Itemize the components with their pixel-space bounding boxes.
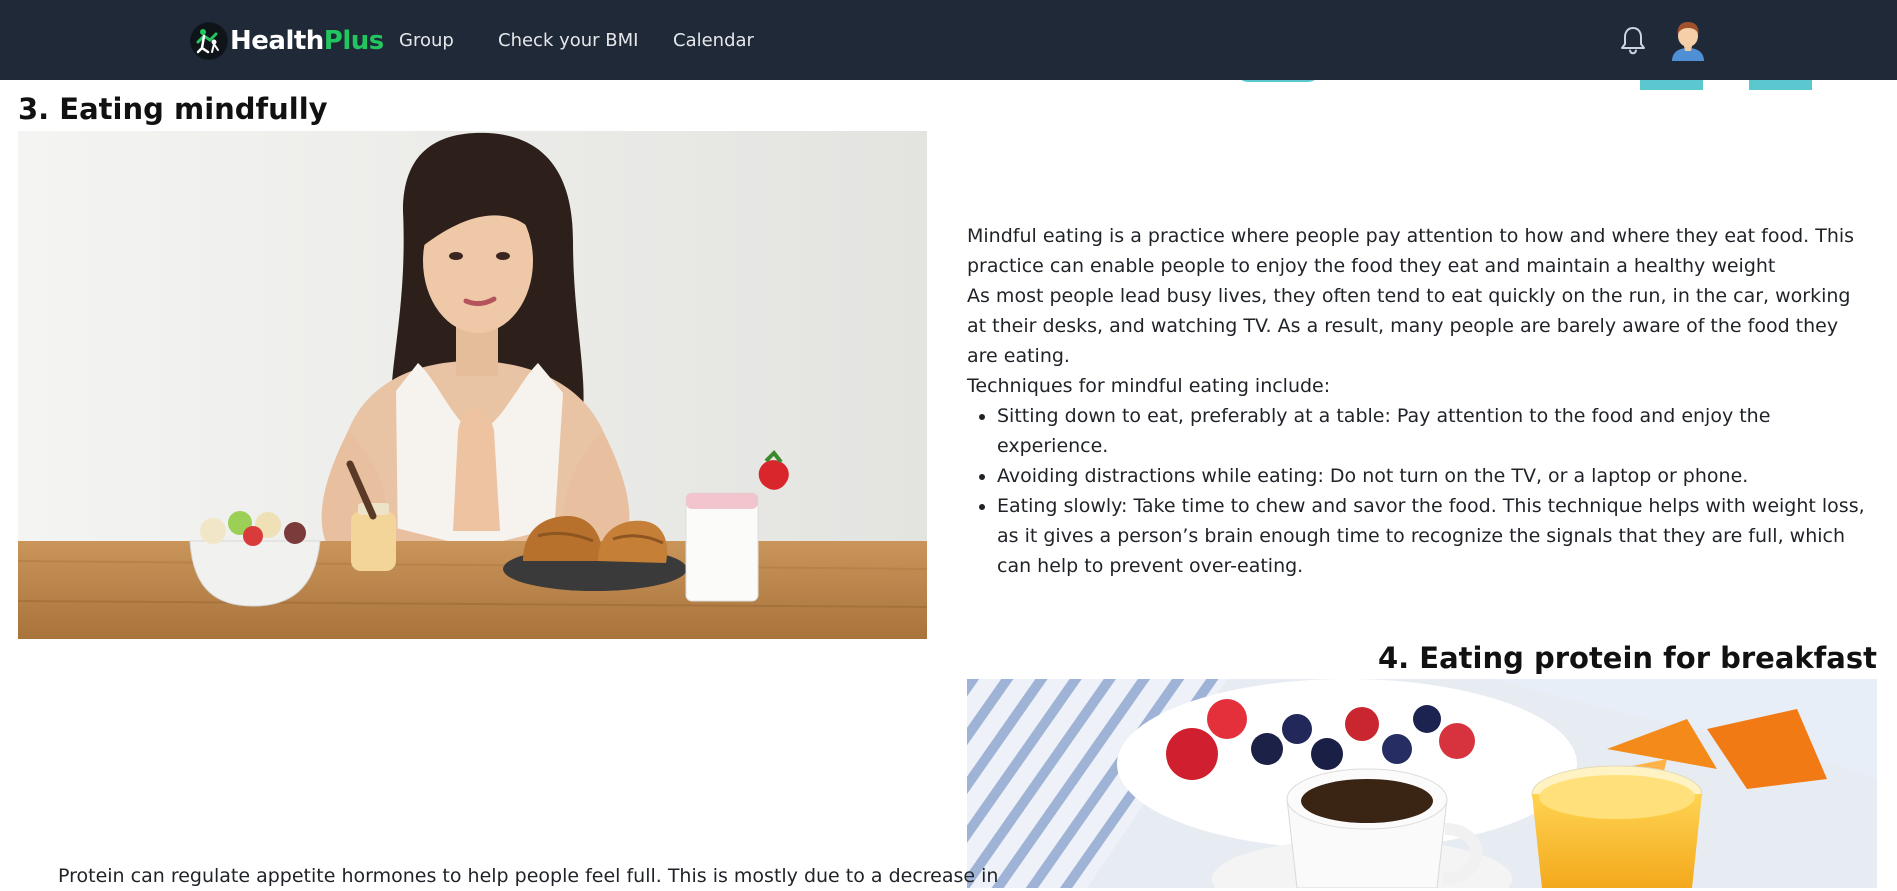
paragraph-busy-lives: As most people lead busy lives, they oft…	[967, 285, 1851, 367]
nav-link-check-bmi[interactable]: Check your BMI	[498, 30, 638, 51]
list-item: Eating slowly: Take time to chew and sav…	[997, 491, 1867, 581]
section-title-protein-breakfast: 4. Eating protein for breakfast	[1377, 641, 1877, 675]
list-item: Sitting down to eat, preferably at a tab…	[997, 401, 1867, 461]
nav-link-group[interactable]: Group	[399, 30, 454, 51]
woman-with-breakfast-image	[18, 131, 927, 639]
list-item: Avoiding distractions while eating: Do n…	[997, 461, 1867, 491]
nav-link-calendar[interactable]: Calendar	[673, 30, 754, 51]
runner-logo-icon	[190, 22, 228, 60]
techniques-list: Sitting down to eat, preferably at a tab…	[967, 401, 1867, 581]
mindful-eating-text: Mindful eating is a practice where peopl…	[967, 221, 1867, 581]
brand-name-plus: Plus	[323, 26, 384, 56]
protein-text: Protein can regulate appetite hormones t…	[58, 861, 999, 891]
paragraph-protein: Protein can regulate appetite hormones t…	[58, 865, 999, 887]
breakfast-coffee-juice-image	[967, 679, 1877, 888]
paragraph-intro: Mindful eating is a practice where peopl…	[967, 225, 1855, 277]
top-navbar: HealthPlus Group Check your BMI Calendar	[0, 0, 1897, 80]
paragraph-techniques: Techniques for mindful eating include:	[967, 375, 1331, 397]
section-title-eating-mindfully: 3. Eating mindfully	[18, 92, 328, 126]
brand-name-health: Health	[230, 26, 324, 56]
user-avatar[interactable]	[1669, 19, 1707, 61]
brand-logo[interactable]: HealthPlus	[190, 21, 384, 61]
bell-icon[interactable]	[1619, 25, 1647, 55]
